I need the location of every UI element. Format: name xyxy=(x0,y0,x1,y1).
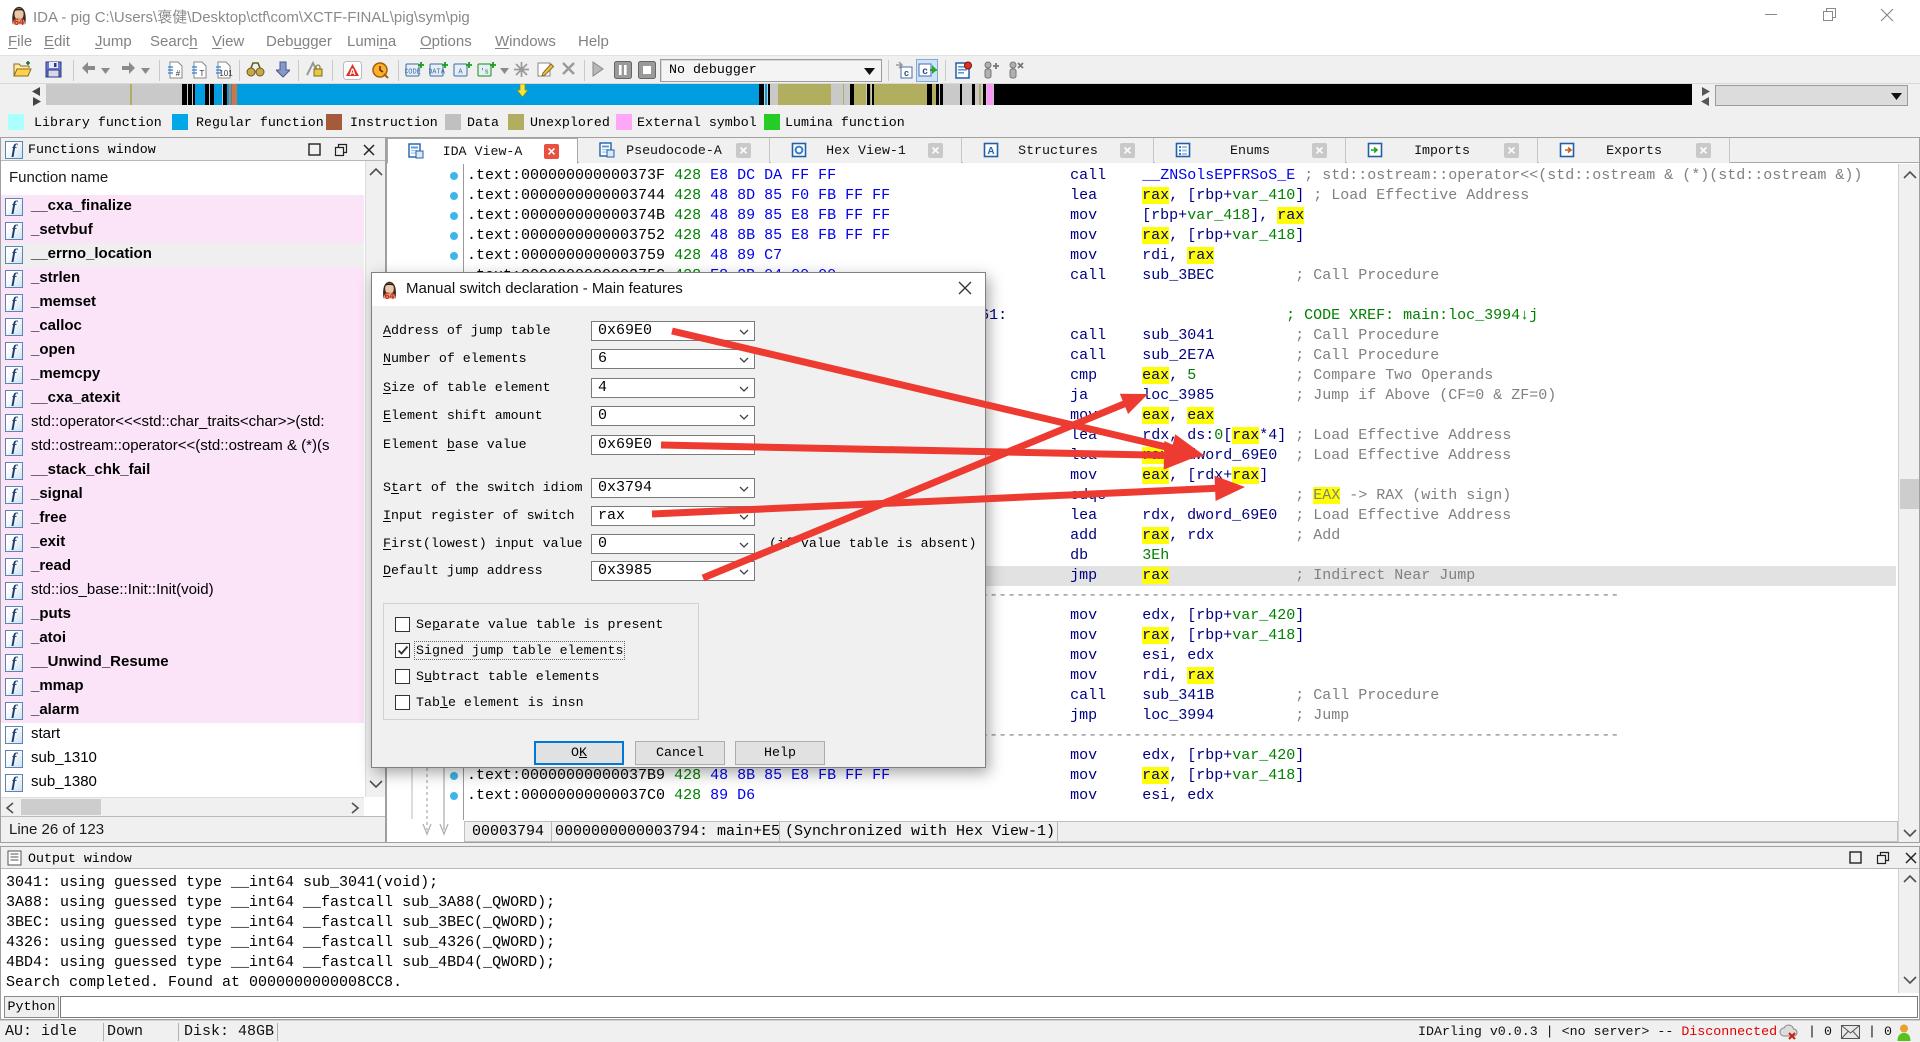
svg-text:DATA: DATA xyxy=(429,69,446,77)
svg-text:c: c xyxy=(922,66,928,77)
svg-text:64: 64 xyxy=(14,17,25,26)
svg-text:T: T xyxy=(200,69,205,78)
svg-text:c: c xyxy=(904,68,909,78)
svg-text:101: 101 xyxy=(219,69,233,78)
svg-text:A: A xyxy=(349,67,356,77)
svg-text:#: # xyxy=(176,69,181,78)
svg-text:64: 64 xyxy=(385,291,395,300)
svg-text:'s: 's xyxy=(480,69,488,77)
svg-text:CODE: CODE xyxy=(405,69,421,77)
